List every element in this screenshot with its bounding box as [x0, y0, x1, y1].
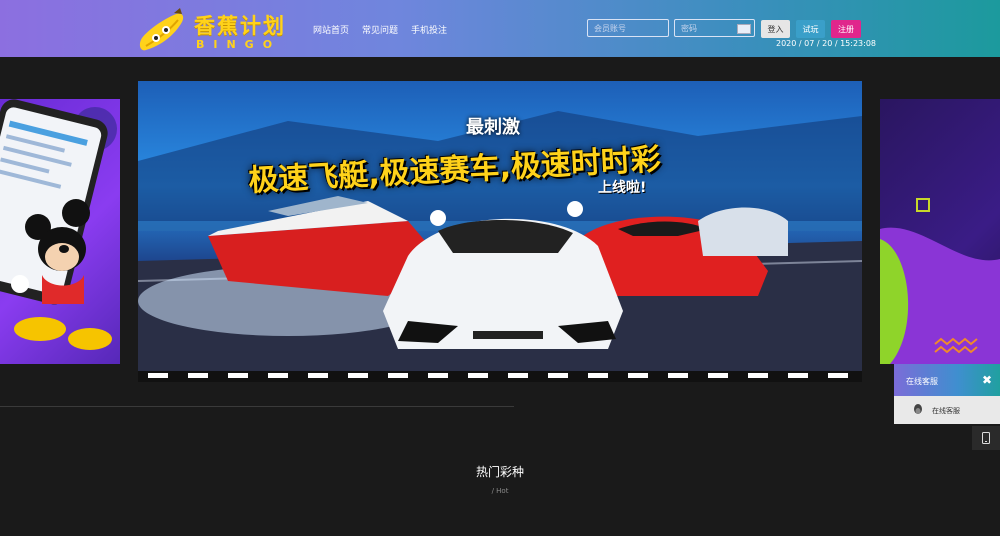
nav-home[interactable]: 网站首页 — [313, 23, 349, 36]
chat-header: 在线客服 ✖ — [894, 364, 1000, 396]
chat-service-item[interactable]: 在线客服 — [894, 396, 1000, 424]
prev-slide-preview[interactable] — [0, 99, 120, 364]
next-slide-preview[interactable] — [880, 99, 1000, 364]
banner-online: 上线啦! — [598, 180, 647, 196]
login-button[interactable]: 登入 — [761, 20, 790, 38]
current-datetime: 2020 / 07 / 20 / 15:23:08 — [776, 39, 876, 48]
section-subtitle: / Hot — [491, 487, 509, 495]
online-service-widget: 在线客服 ✖ 在线客服 — [894, 364, 1000, 424]
abstract-shapes — [880, 198, 1000, 364]
nav-faq[interactable]: 常见问题 — [362, 23, 398, 36]
site-logo[interactable]: 香蕉计划 BINGO — [138, 8, 298, 54]
close-icon[interactable]: ✖ — [982, 373, 992, 387]
banner-tagline: 最刺激 — [466, 117, 520, 138]
mobile-phone-icon — [982, 432, 990, 444]
account-input[interactable] — [587, 19, 669, 37]
logo-subtitle: BINGO — [196, 38, 282, 51]
section-title: 热门彩种 — [475, 465, 524, 479]
captcha-icon — [737, 24, 751, 34]
qq-penguin-icon — [914, 404, 922, 414]
chat-title: 在线客服 — [906, 377, 938, 386]
divider — [0, 406, 514, 407]
chat-service-label: 在线客服 — [932, 407, 960, 415]
banana-logo-icon — [139, 8, 184, 51]
register-button[interactable]: 注册 — [831, 20, 861, 38]
nav-mobile-betting[interactable]: 手机投注 — [411, 23, 447, 36]
top-header: 香蕉计划 BINGO 网站首页 常见问题 手机投注 登入 试玩 注册 2020 … — [0, 0, 1000, 57]
phone-illustration — [0, 99, 117, 350]
logo-title: 香蕉计划 — [194, 14, 286, 38]
mobile-toggle[interactable] — [972, 426, 1000, 450]
main-nav: 网站首页 常见问题 手机投注 — [313, 23, 447, 36]
trial-button[interactable]: 试玩 — [796, 20, 825, 38]
hero-banner[interactable]: 最刺激 极速飞艇,极速赛车,极速时时彩 上线啦! — [138, 81, 862, 382]
